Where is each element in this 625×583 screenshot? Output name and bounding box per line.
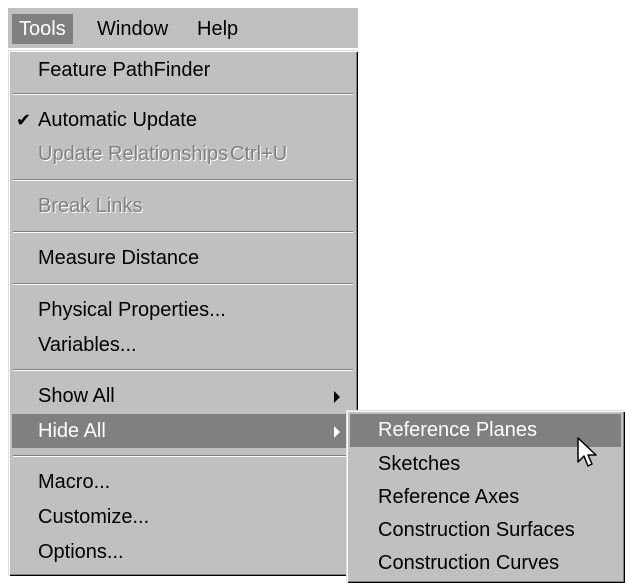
menu-item-shortcut: Ctrl+U bbox=[230, 143, 288, 165]
menu-item-label: Feature PathFinder bbox=[38, 59, 211, 81]
menu-item-feature-pathfinder[interactable]: Feature PathFinder bbox=[12, 53, 354, 87]
submenu-item-construction-surfaces[interactable]: Construction Surfaces bbox=[350, 514, 621, 547]
submenu-item-label: Reference Planes bbox=[378, 419, 537, 441]
menubar-help-label: Help bbox=[197, 18, 239, 40]
menu-item-label: Automatic Update bbox=[38, 109, 197, 131]
submenu-item-label: Reference Axes bbox=[378, 486, 520, 508]
hide-all-submenu: Reference Planes Sketches Reference Axes… bbox=[346, 410, 625, 583]
menubar-help[interactable]: Help bbox=[190, 14, 245, 44]
menubar-tools[interactable]: Tools bbox=[12, 14, 73, 44]
menu-item-customize[interactable]: Customize... bbox=[12, 500, 354, 534]
menu-item-options[interactable]: Options... bbox=[12, 535, 354, 569]
menu-item-label: Update Relationships bbox=[38, 143, 229, 165]
menu-separator bbox=[13, 231, 353, 233]
mouse-pointer-icon bbox=[577, 437, 597, 467]
menu-item-label: Show All bbox=[38, 385, 115, 407]
menu-bar: Tools Window Help bbox=[8, 8, 358, 49]
menu-item-label: Physical Properties... bbox=[38, 299, 226, 321]
submenu-item-construction-curves[interactable]: Construction Curves bbox=[350, 547, 621, 580]
menubar-window[interactable]: Window bbox=[90, 14, 175, 44]
menu-item-label: Macro... bbox=[38, 471, 111, 493]
menu-separator bbox=[13, 455, 353, 457]
submenu-item-label: Construction Surfaces bbox=[378, 519, 575, 541]
submenu-item-reference-axes[interactable]: Reference Axes bbox=[350, 481, 621, 514]
submenu-arrow-icon bbox=[334, 426, 340, 438]
menu-item-show-all[interactable]: Show All bbox=[12, 379, 354, 413]
menu-item-hide-all[interactable]: Hide All bbox=[12, 414, 354, 448]
menu-item-label: Variables... bbox=[38, 334, 137, 356]
menu-item-label: Hide All bbox=[38, 420, 106, 442]
submenu-item-label: Sketches bbox=[378, 453, 461, 475]
tools-menu: Feature PathFinder ✔ Automatic Update Up… bbox=[8, 50, 358, 576]
menu-separator bbox=[13, 93, 353, 95]
menu-item-label: Break Links bbox=[38, 195, 143, 217]
menu-item-label: Measure Distance bbox=[38, 247, 200, 269]
menubar-window-label: Window bbox=[97, 18, 169, 40]
submenu-arrow-icon bbox=[334, 391, 340, 403]
menu-separator bbox=[13, 179, 353, 181]
menu-item-measure-distance[interactable]: Measure Distance bbox=[12, 241, 354, 275]
menu-item-label: Customize... bbox=[38, 506, 150, 528]
menubar-tools-label: Tools bbox=[19, 18, 66, 40]
menu-item-update-relationships[interactable]: Update Relationships Ctrl+U bbox=[12, 137, 354, 171]
menu-separator bbox=[13, 369, 353, 371]
checkmark-icon: ✔ bbox=[16, 110, 32, 130]
menu-item-physical-properties[interactable]: Physical Properties... bbox=[12, 293, 354, 327]
submenu-item-label: Construction Curves bbox=[378, 552, 560, 574]
menu-item-automatic-update[interactable]: ✔ Automatic Update bbox=[12, 103, 354, 137]
menu-item-variables[interactable]: Variables... bbox=[12, 328, 354, 362]
menu-separator bbox=[13, 283, 353, 285]
menu-item-label: Options... bbox=[38, 541, 124, 563]
menu-item-macro[interactable]: Macro... bbox=[12, 465, 354, 499]
menu-item-break-links[interactable]: Break Links bbox=[12, 189, 354, 223]
